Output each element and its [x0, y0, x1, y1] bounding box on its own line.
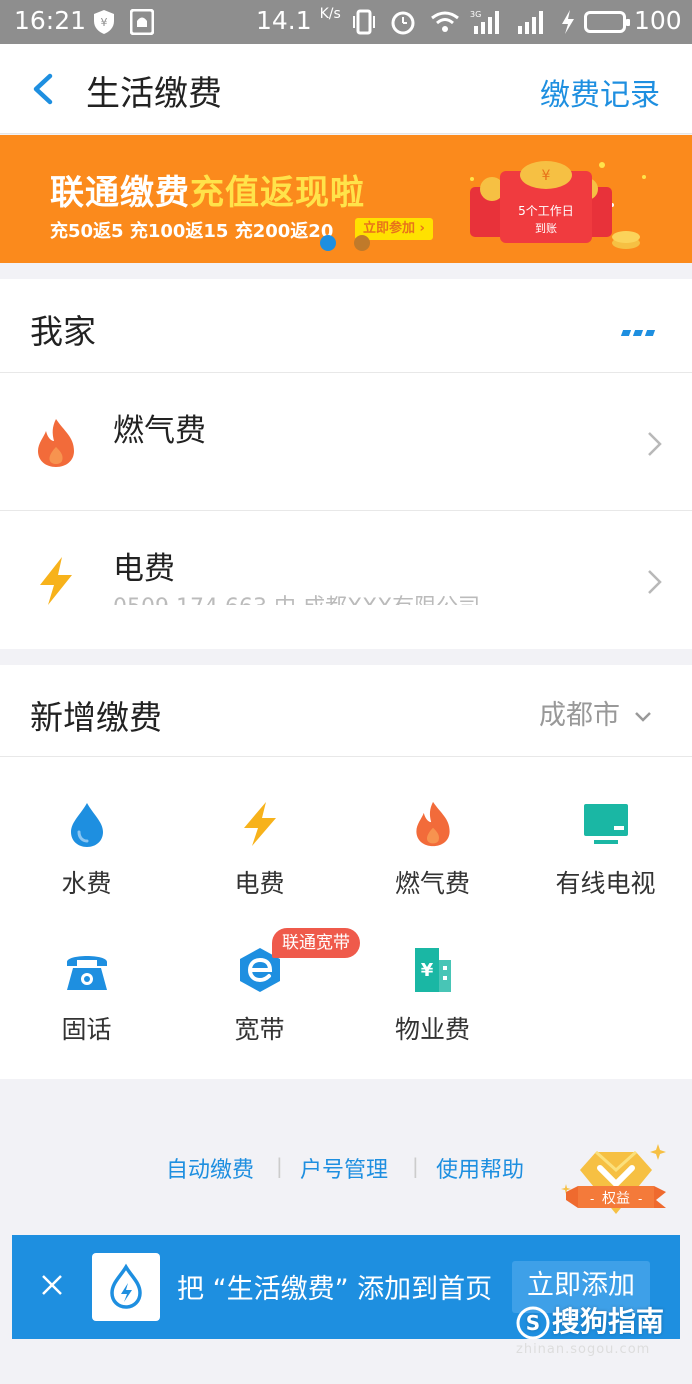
- pay-item-gas[interactable]: 燃气费: [346, 800, 519, 900]
- carousel-dot: [354, 235, 370, 251]
- wifi-icon: [430, 10, 460, 38]
- pay-item-label: 有线电视: [555, 869, 656, 898]
- pay-item-electric[interactable]: 电费: [173, 800, 346, 900]
- divider: |: [412, 1154, 419, 1178]
- home-bill-account: 0509 174 663 中 成都XXX有限公司: [113, 591, 503, 605]
- account-management-link[interactable]: 户号管理: [300, 1152, 388, 1184]
- promo-banner[interactable]: 联通缴费充值返现啦 充50返5 充100返15 充200返20 立即参加 › ¥…: [0, 135, 692, 263]
- payment-records-link[interactable]: 缴费记录: [540, 70, 660, 114]
- status-bar: 16:21 ¥ 14.1 K/s 3G 100: [0, 0, 692, 44]
- pay-item-label: 水费: [61, 869, 112, 898]
- pay-item-label: 物业费: [394, 1015, 470, 1044]
- sogou-logo-icon: S: [516, 1306, 550, 1340]
- back-button[interactable]: [26, 66, 66, 112]
- prompt-message: 把 “生活缴费” 添加到首页: [177, 1274, 493, 1305]
- svg-text:S: S: [526, 1311, 540, 1335]
- help-link[interactable]: 使用帮助: [436, 1152, 524, 1184]
- pay-item-label: 固话: [61, 1015, 112, 1044]
- app-icon: [92, 1253, 160, 1321]
- battery-level: 100: [634, 6, 682, 35]
- home-bill-electric[interactable]: 电费 0509 174 663 中 成都XXX有限公司: [0, 511, 692, 649]
- flame-icon: [38, 419, 74, 467]
- svg-text:3G: 3G: [470, 10, 481, 19]
- lightning-icon: [243, 802, 276, 846]
- svg-text:-: -: [638, 1192, 642, 1206]
- home-bill-label: 电费: [113, 551, 175, 587]
- broadband-promo-tag: 联通宽带: [272, 928, 360, 958]
- pay-item-label: 电费: [234, 869, 285, 898]
- svg-text:¥: ¥: [420, 960, 433, 981]
- shield-icon: ¥: [92, 9, 116, 39]
- carousel-dot-active: [320, 235, 336, 251]
- carousel-indicator: [320, 235, 388, 255]
- tv-icon: [583, 804, 628, 844]
- lightning-icon: [40, 557, 72, 605]
- add-payment-title: 新增缴费: [30, 698, 162, 737]
- signal-3g-icon: 3G: [470, 8, 504, 40]
- red-packet-illustration: ¥ 5个工作日 到账: [470, 161, 646, 249]
- telephone-icon: [66, 956, 107, 990]
- chevron-left-icon: [33, 73, 53, 105]
- chevron-right-icon: [648, 432, 662, 456]
- my-home-card: 我家 燃气费 电费 0509 174 663 中 成都XXX有限公司: [0, 279, 692, 649]
- rights-badge-label: 权益: [602, 1191, 630, 1207]
- city-selector[interactable]: 成都市: [539, 693, 652, 732]
- pay-item-broadband[interactable]: 宽带: [173, 946, 346, 1046]
- signal-icon: [516, 8, 548, 40]
- divider: |: [276, 1154, 283, 1178]
- watermark-logo: S 搜狗指南: [516, 1300, 664, 1340]
- my-home-header: 我家: [0, 279, 692, 373]
- chevron-down-icon: [635, 711, 651, 722]
- pay-item-cable-tv[interactable]: 有线电视: [519, 800, 692, 900]
- svg-text:5个工作日: 5个工作日: [518, 204, 574, 218]
- page-title: 生活缴费: [86, 74, 222, 114]
- pay-item-water[interactable]: 水费: [0, 800, 173, 900]
- auto-pay-link[interactable]: 自动缴费: [166, 1152, 254, 1184]
- pay-item-property[interactable]: ¥ 物业费: [346, 946, 519, 1046]
- watermark: S 搜狗指南 zhinan.sogou.com: [516, 1292, 686, 1372]
- pay-item-label: 燃气费: [394, 869, 470, 898]
- alarm-icon: [390, 8, 416, 40]
- banner-headline: 联通缴费充值返现啦: [50, 173, 365, 213]
- svg-text:¥: ¥: [101, 16, 108, 29]
- water-drop-icon: [70, 803, 103, 847]
- close-icon[interactable]: [40, 1273, 64, 1297]
- pay-item-label: 宽带: [234, 1015, 285, 1044]
- pay-item-landline[interactable]: 固话: [0, 946, 173, 1046]
- svg-text:-: -: [590, 1192, 594, 1206]
- svg-text:到账: 到账: [535, 222, 557, 235]
- home-bill-label: 燃气费: [113, 413, 206, 449]
- charging-icon: [560, 9, 576, 39]
- svg-text:¥: ¥: [542, 168, 551, 184]
- home-bill-gas[interactable]: 燃气费: [0, 373, 692, 511]
- notification-icon: [129, 8, 155, 39]
- utility-app-icon: [110, 1263, 142, 1309]
- more-icon[interactable]: [620, 321, 660, 336]
- vibrate-icon: [352, 9, 376, 39]
- flame-icon: [415, 801, 450, 847]
- network-speed: 14.1 K/s: [256, 6, 341, 35]
- rights-badge[interactable]: 权益 - -: [560, 1140, 672, 1232]
- property-building-icon: ¥: [414, 948, 451, 992]
- my-home-title: 我家: [30, 312, 96, 351]
- chevron-right-icon: [648, 570, 662, 594]
- add-payment-header: 新增缴费 成都市: [0, 665, 692, 757]
- watermark-url: zhinan.sogou.com: [516, 1342, 651, 1357]
- status-time: 16:21: [14, 6, 87, 35]
- battery-icon: [584, 11, 630, 33]
- banner-subtitle: 充50返5 充100返15 充200返20: [50, 221, 334, 242]
- top-app-bar: 生活缴费 缴费记录: [0, 44, 692, 134]
